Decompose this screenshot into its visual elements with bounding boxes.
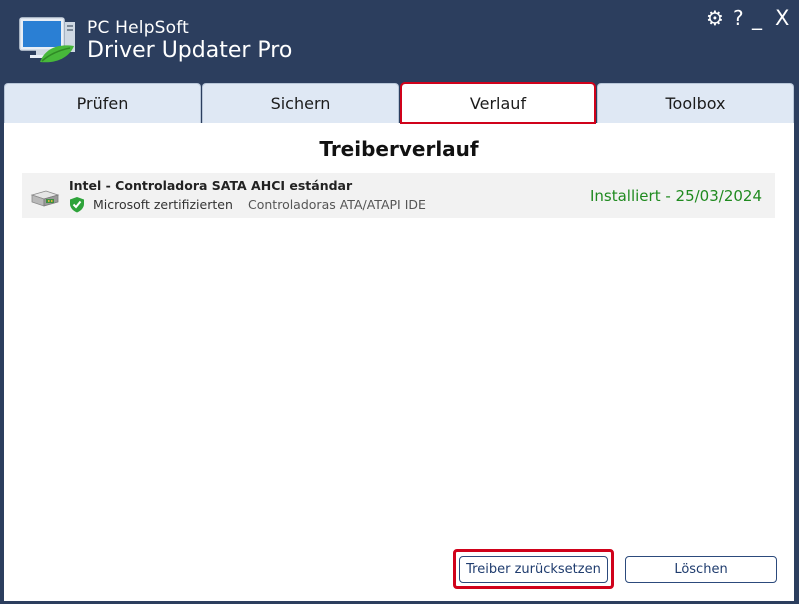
tab-pruefen[interactable]: Prüfen <box>4 83 201 123</box>
help-icon[interactable]: ? <box>733 8 744 28</box>
app-logo-icon <box>19 17 75 63</box>
tab-verlauf[interactable]: Verlauf <box>400 82 596 124</box>
delete-button[interactable]: Löschen <box>625 556 777 583</box>
certification-label: Microsoft zertifizierten <box>93 197 233 212</box>
settings-gear-icon[interactable]: ⚙ <box>706 8 724 28</box>
history-row[interactable]: Intel - Controladora SATA AHCI estándar … <box>22 173 775 218</box>
main-panel: Treiberverlauf Intel - Controladora SATA… <box>4 123 794 601</box>
close-button[interactable]: X <box>775 8 789 29</box>
title-bar: PC HelpSoft Driver Updater Pro ⚙ ? _ X <box>0 0 799 84</box>
tab-sichern[interactable]: Sichern <box>202 83 399 123</box>
minimize-button[interactable]: _ <box>752 8 762 28</box>
reset-driver-button[interactable]: Treiber zurücksetzen <box>459 556 608 583</box>
brand-name: PC HelpSoft <box>87 18 190 38</box>
driver-category: Controladoras ATA/ATAPI IDE <box>248 197 426 212</box>
tab-toolbox[interactable]: Toolbox <box>597 83 794 123</box>
product-name: Driver Updater Pro <box>87 38 293 63</box>
tab-bar: Prüfen Sichern Verlauf Toolbox <box>4 82 794 124</box>
driver-name: Intel - Controladora SATA AHCI estándar <box>69 178 353 193</box>
shield-check-icon <box>70 197 84 213</box>
install-status: Installiert - 25/03/2024 <box>589 187 762 205</box>
hard-drive-icon <box>30 190 60 207</box>
page-title: Treiberverlauf <box>319 137 479 161</box>
